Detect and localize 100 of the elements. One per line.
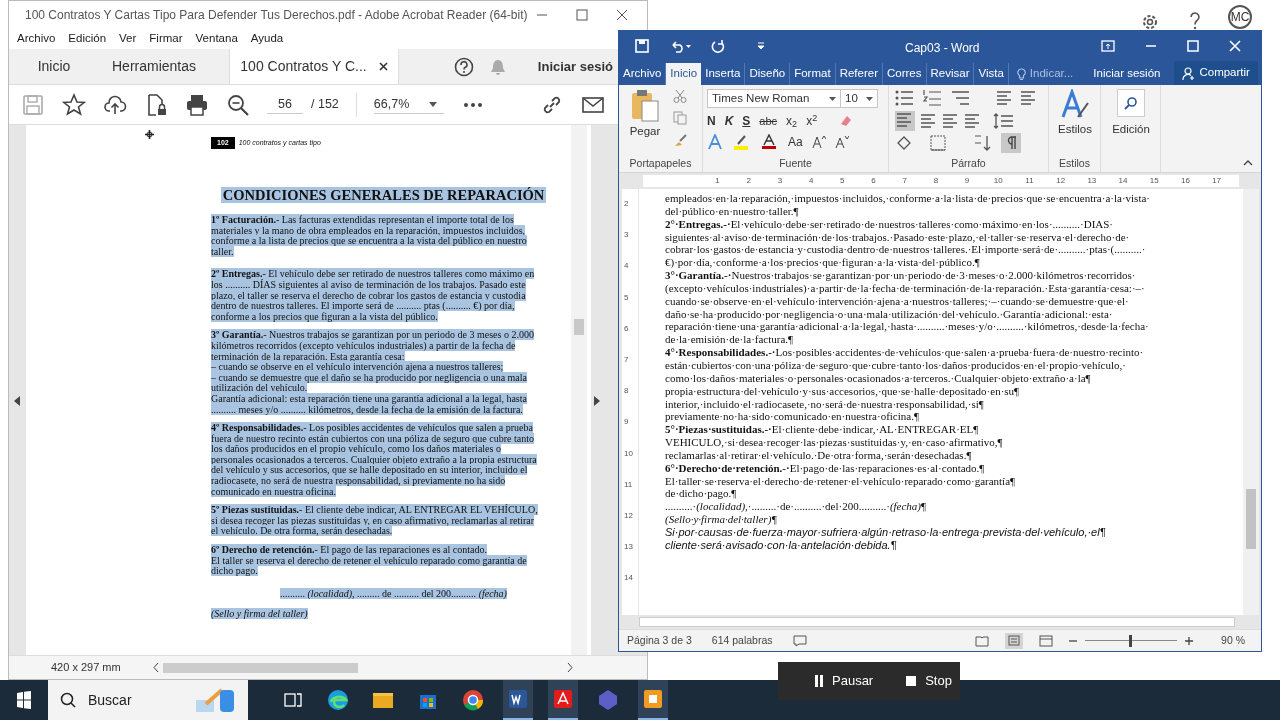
- page-indicator[interactable]: Página 3 de 3: [627, 632, 692, 649]
- document-paragraph: (Sello y firma del taller): [211, 609, 309, 620]
- document-line: del·público·en·nuestro·taller.¶: [665, 204, 800, 218]
- ruler-number: 4: [807, 175, 815, 187]
- document-line: cuando·se·observe·en·el·vehículo·intervención·ajena·a·nuestros·talleres;·–·cuando·se·demuestre·que·el·: [665, 294, 1130, 308]
- ruler-number: 8: [932, 175, 940, 187]
- group-label: Párrafo: [951, 156, 986, 172]
- font-name-field[interactable]: Times New Roman: [707, 89, 841, 108]
- word-count[interactable]: 614 palabras: [711, 632, 773, 649]
- zoom-dropdown[interactable]: 66,7%: [373, 94, 444, 115]
- ruler-number: 6: [870, 175, 877, 187]
- sign-in-link[interactable]: Iniciar sesión: [1093, 63, 1161, 85]
- document-line: de·dicho·pago.¶: [665, 487, 738, 501]
- tell-me-field[interactable]: Indicar...: [1016, 63, 1074, 85]
- document-line: 3°·Garantía.-·Nuestros·trabajos·se·garantizan·por·un·periodo·de·3·meses·o·2.000·kilómetros·recorridos·: [665, 269, 1137, 282]
- menu-item[interactable]: Firmar: [149, 30, 183, 48]
- document-line: 4°·Responsabilidades.-·Los·posibles·accidentes·de·vehículos·que·salen·a·prueba·fuera·de·nuestro·recinto·: [665, 346, 1145, 359]
- ruler-number: 12: [624, 511, 633, 521]
- ruler-number: 2: [624, 199, 629, 209]
- document-line: empleados·en·la·reparación,·impuestos·incluidos,·conforme·a·la·lista·de·precios·que·se·encuentra·a·la·vista·: [665, 192, 1150, 205]
- document-line: están·cubiertos·con·una·póliza·de·seguro·que·cubre·tanto·los·daños·producidos·en·el·propio·vehículo,·: [665, 358, 1127, 372]
- document-line: como·los·daños·materiales·o·personales·ocasionados·a·terceros.·Cualquier·objeto·extraño·a·la¶: [665, 371, 1092, 385]
- document-heading: CONDICIONES GENERALES DE REPARACIÓN: [220, 187, 547, 203]
- ruler-number: 7: [901, 175, 908, 187]
- document-line: Si·por·causas·de·fuerza·mayor·sufriera·algún·retraso·la·entrega·prevista·del·vehículo,·el¶: [665, 525, 1107, 539]
- change-case-button[interactable]: Aa: [788, 133, 803, 151]
- ruler-number: 5: [624, 292, 629, 303]
- document-line: 6°·Derecho·de·retención.-·El·pago·de·las·reparaciones·es·al·contado.¶: [665, 461, 986, 475]
- ruler-number: 17: [1211, 175, 1223, 187]
- pause-button[interactable]: Pausar: [814, 671, 874, 691]
- window-title: 100 Contratos Y Cartas Tipo Para Defender Tus Derechos.pdf - Adobe Acrobat Reader (64-bit): [25, 7, 528, 24]
- document-line: 2°·Entregas.-·El·vehículo·debe·ser·retirado·de·nuestros·talleres·como·máximo·en·los·..........·DIAS·: [665, 217, 1115, 231]
- document-line: reclamarlas·al·retirar·el·vehículo.·De·otra·forma,·serán·desechadas.¶: [665, 448, 973, 462]
- ruler-number: 1: [714, 175, 721, 187]
- document-line: propia·estructura·del·vehículo·y·sus·accesorios,·que·se·halle·depositado·en·su¶: [665, 384, 1021, 398]
- ruler-number: 8: [624, 386, 629, 397]
- ruler-number: 3: [624, 230, 629, 241]
- ruler-number: 5: [839, 175, 846, 187]
- document-line: €)·por·día,·conforme·a·los·precios·que·figuran·a·la·vista·del·público.¶: [665, 256, 981, 270]
- ruler-number: 13: [1086, 175, 1098, 187]
- ruler-number: 11: [1024, 175, 1035, 187]
- document-line: cliente·será·avisado·con·la·antelación·debida.¶: [665, 538, 898, 552]
- format-button[interactable]: K: [724, 112, 734, 130]
- ruler-number: 6: [624, 323, 629, 334]
- document-line: reparación·tiene·una·garantía·adicional·a·la·legal,·hasta·..........·meses·y/o·..........·kilómetros,·desde·la·fecha·: [665, 320, 1150, 334]
- document-line: ..........·(localidad),·.........·de·..........·del·200..........·(fecha)¶: [665, 500, 927, 514]
- ruler-number: 14: [1117, 175, 1129, 187]
- document-paragraph: .......... (localidad), ......... de .......... del 200.......... (fecha): [279, 588, 507, 600]
- paste-button[interactable]: Pegar: [625, 89, 665, 153]
- menu-item[interactable]: Ventana: [195, 30, 238, 48]
- group-label: Portapapeles: [629, 156, 692, 172]
- format-button[interactable]: abc: [759, 112, 778, 130]
- document-line: (Sello·y·firma·del·taller)¶: [665, 513, 779, 526]
- group-label: Fuente: [779, 156, 812, 172]
- styles-button[interactable]: Estilos: [1051, 89, 1099, 151]
- ribbon-tab[interactable]: Inicio: [666, 63, 702, 85]
- format-button[interactable]: N: [707, 112, 716, 130]
- stop-button[interactable]: Stop: [905, 671, 952, 691]
- format-button[interactable]: S: [742, 112, 751, 130]
- ruler-number: 7: [624, 355, 629, 365]
- window-title: Cap03 - Word: [905, 40, 980, 57]
- ruler-number: 10: [624, 448, 633, 459]
- ruler-number: 12: [1055, 175, 1067, 187]
- document-line: interior,·incluido·el·radiocasete,·no·será·de·nuestra·responsabilidad,·si¶: [665, 397, 985, 411]
- document-line: (excepto·vehículos·industriales)·a·partir·de·la·fecha·de·terminación·de·la·reparación.·Esta·garantía·cesa:·–·: [665, 281, 1146, 295]
- share-button[interactable]: Compartir: [1174, 61, 1258, 85]
- ruler-number: 15: [1148, 175, 1160, 187]
- tab[interactable]: 100 Contratos Y C...: [229, 49, 399, 84]
- sign-in-link[interactable]: Iniciar sesió: [537, 56, 613, 77]
- ruler-number: 9: [624, 417, 629, 428]
- document-paragraph: 6º Derecho de retención.- El pago de las reparaciones es al contado. El taller se reserva el derecho de retener el vehículo reparado como garantía de dicho pago.: [211, 545, 528, 577]
- document-line: siguientes·al·aviso·de·terminación·de·los·trabajos.·Pasado·este·plazo,·el·taller·se·reserva·el·derecho·de·: [665, 230, 1131, 244]
- document-line: VEHICULO,·si·desea·recoger·las·piezas·sustituidas·y,·en·caso·afirmativo,¶: [665, 436, 1004, 449]
- document-line: El·taller·se·reserva·el·derecho·de·retener·el·vehículo·reparado·como·garantía¶: [665, 474, 1017, 488]
- format-button[interactable]: x$_{2}$: [786, 112, 798, 130]
- page-size: 420 x 297 mm: [51, 660, 121, 676]
- tab[interactable]: Herramientas: [99, 49, 209, 84]
- format-button[interactable]: x$^{2}$: [806, 112, 818, 130]
- ruler-number: 16: [1179, 175, 1191, 187]
- zoom-level[interactable]: 90 %: [1221, 632, 1245, 649]
- document-line: daño·se·ha·producido·por·negligencia·o·una·mala·utilización·del·vehículo.·Garantía·adicional:·esta·: [665, 307, 1114, 321]
- group-label: Estilos: [1059, 156, 1090, 172]
- ruler-number: 10: [992, 175, 1004, 187]
- editing-button[interactable]: Edición: [1105, 89, 1157, 151]
- menu-item[interactable]: Archivo: [17, 30, 56, 48]
- page-number-field[interactable]: 56: [267, 94, 303, 115]
- page-count: / 152: [311, 96, 339, 114]
- ruler-number: 13: [624, 542, 633, 553]
- tab[interactable]: Inicio: [9, 49, 99, 84]
- ruler-number: 2: [745, 175, 752, 187]
- document-paragraph: 3º Garantía.- Nuestros trabajos se garantizan por un periodo de 3 meses o 2.000 kilómetros recorridos (excepto vehículos industriales) a partir de la fecha de terminación de la reparación. Esta garantía cesa: – cuando se observe en el vehículo intervención ajena a nuestros talleres; – cuando se demuestre que el daño se ha producido por negligencia o una mala utilización del vehículo. Garantía adicional: esta reparación tiene una garantía adicional a la legal, hasta .......... meses y/o .......... kilómetros, desde la fecha de la emisión de la factura.: [211, 330, 535, 416]
- font-size-field[interactable]: 10: [840, 89, 878, 108]
- ruler-number: 3: [776, 175, 784, 187]
- menu-item[interactable]: Edición: [68, 30, 107, 48]
- ruler-number: 14: [624, 573, 633, 584]
- menu-item[interactable]: Ayuda: [250, 30, 284, 48]
- document-line: 5°·Piezas·sustituidas.-·El·cliente·debe·indicar,·AL·ENTREGAR·EL¶: [665, 423, 980, 437]
- menu-item[interactable]: Ver: [119, 30, 137, 48]
- document-line: previamente·no·ha·sido·comunicado·en·nuestra·oficina.¶: [665, 410, 920, 424]
- search-field[interactable]: Buscar: [48, 680, 248, 720]
